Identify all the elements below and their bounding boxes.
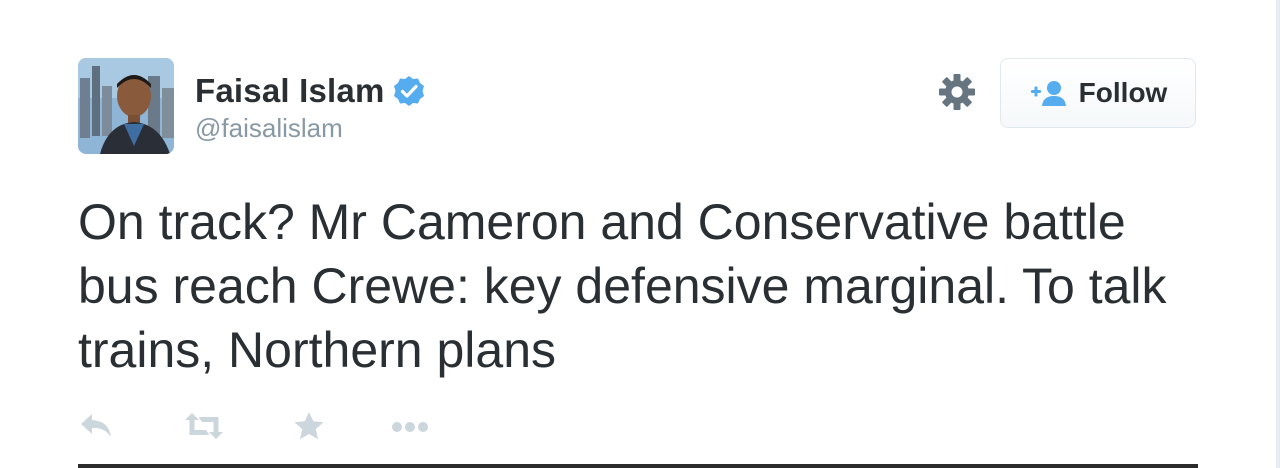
add-user-icon — [1029, 79, 1069, 107]
favorite-icon[interactable] — [292, 406, 326, 446]
avatar[interactable] — [78, 58, 174, 154]
tweet-text: On track? Mr Cameron and Conservative ba… — [78, 194, 1167, 378]
media-preview-edge — [78, 464, 1198, 468]
author-handle[interactable]: @faisalislam — [195, 113, 343, 144]
tweet-card: Faisal Islam @faisalislam Follow On trac… — [0, 0, 1280, 468]
gear-icon[interactable] — [938, 73, 976, 111]
verified-badge-icon — [393, 75, 425, 107]
author-name-row: Faisal Islam — [195, 72, 425, 110]
more-icon[interactable] — [390, 406, 430, 446]
retweet-icon[interactable] — [182, 406, 226, 446]
card-edge — [1276, 0, 1280, 468]
reply-icon[interactable] — [78, 406, 114, 446]
follow-button-label: Follow — [1078, 77, 1168, 108]
follow-button[interactable]: Follow — [1000, 58, 1196, 128]
author-display-name[interactable]: Faisal Islam — [195, 72, 385, 110]
